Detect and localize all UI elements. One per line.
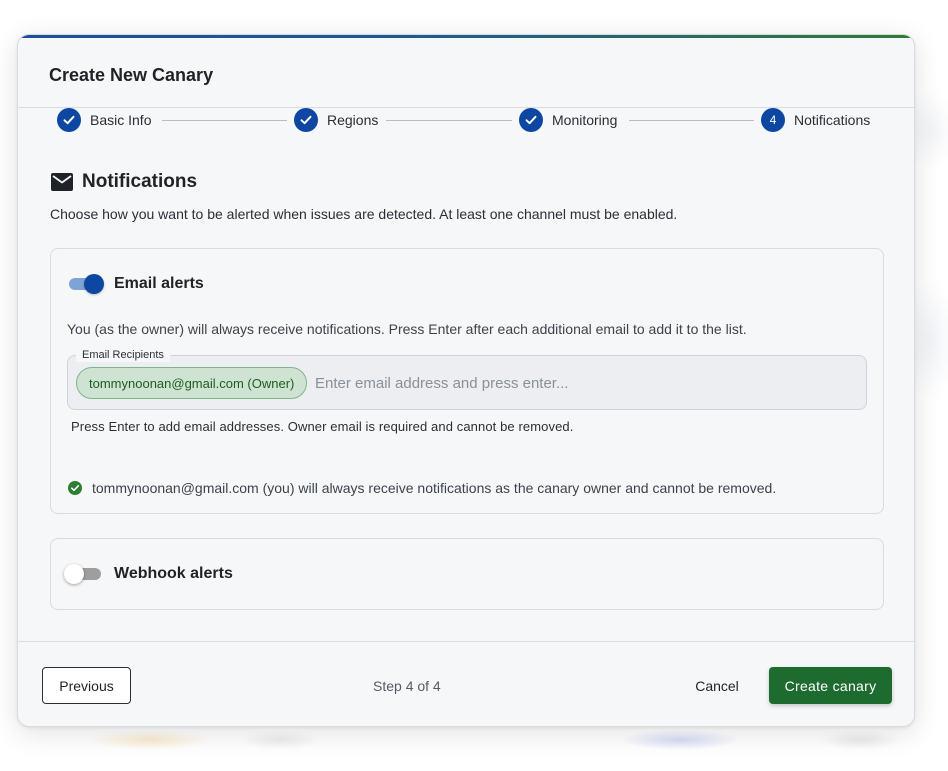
email-alerts-toggle[interactable] [68, 274, 104, 294]
email-recipients-field[interactable]: Email Recipients tommynoonan@gmail.com (… [67, 348, 867, 410]
step-number: 4 [761, 108, 785, 132]
owner-email-chip: tommynoonan@gmail.com (Owner) [76, 367, 308, 399]
webhook-alerts-card: Webhook alerts [50, 538, 884, 610]
step-basic-info[interactable]: Basic Info [57, 108, 151, 132]
footer-divider [18, 641, 914, 642]
webhook-alerts-label: Webhook alerts [114, 565, 233, 582]
stepper: Basic Info Regions Monitoring 4 Notifica… [18, 107, 914, 133]
email-recipients-input[interactable] [315, 372, 855, 394]
dialog-accent-bar [18, 35, 914, 38]
check-icon [519, 108, 543, 132]
stepper-connector [162, 120, 287, 121]
owner-confirmation: tommynoonan@gmail.com (you) will always … [68, 480, 776, 496]
step-label: Monitoring [552, 112, 618, 128]
toggle-thumb [64, 564, 84, 584]
email-recipients-label: Email Recipients [76, 348, 170, 362]
section-header: Notifications [51, 171, 197, 193]
owner-confirmation-text: tommynoonan@gmail.com (you) will always … [92, 480, 777, 496]
step-label: Regions [327, 112, 379, 128]
email-alerts-label: Email alerts [114, 275, 204, 292]
step-counter: Step 4 of 4 [373, 678, 441, 694]
section-title: Notifications [82, 171, 198, 192]
check-icon [57, 108, 81, 132]
email-owner-note: You (as the owner) will always receive n… [67, 321, 747, 337]
step-notifications[interactable]: 4 Notifications [761, 108, 870, 132]
step-label: Basic Info [90, 112, 152, 128]
dialog-title: Create New Canary [49, 65, 214, 85]
create-canary-dialog: Create New Canary Basic Info Regions Mon… [17, 34, 915, 727]
step-monitoring[interactable]: Monitoring [519, 108, 617, 132]
check-icon [294, 108, 318, 132]
email-helper-text: Press Enter to add email addresses. Owne… [71, 419, 574, 434]
mail-icon [51, 173, 73, 191]
section-description: Choose how you want to be alerted when i… [50, 206, 678, 222]
step-regions[interactable]: Regions [294, 108, 378, 132]
previous-button[interactable]: Previous [42, 667, 131, 704]
step-label: Notifications [794, 112, 871, 128]
create-canary-button[interactable]: Create canary [769, 667, 892, 704]
webhook-alerts-toggle[interactable] [64, 564, 102, 584]
check-circle-icon [68, 481, 82, 495]
cancel-button[interactable]: Cancel [682, 667, 752, 704]
toggle-thumb [84, 274, 104, 294]
email-alerts-card: Email alerts You (as the owner) will alw… [50, 248, 884, 514]
stepper-connector [629, 120, 754, 121]
stepper-connector [386, 120, 512, 121]
